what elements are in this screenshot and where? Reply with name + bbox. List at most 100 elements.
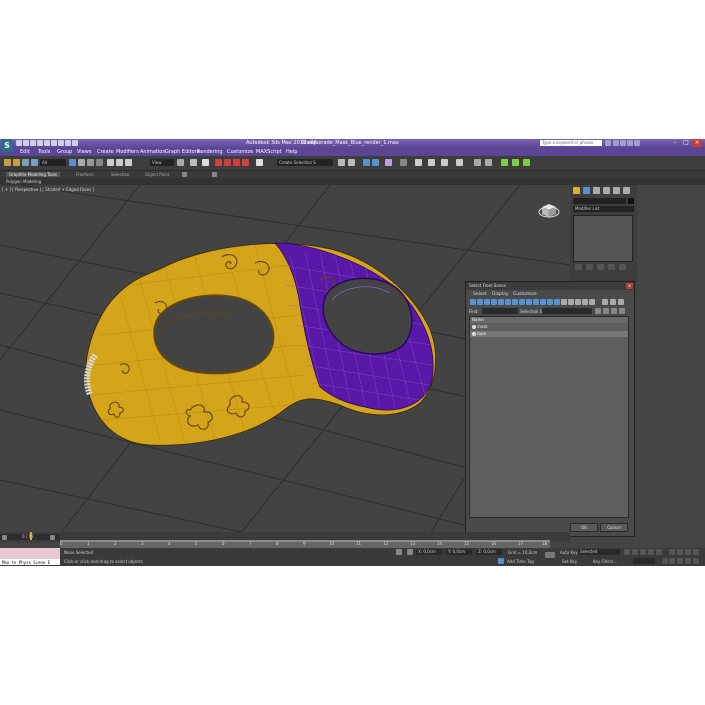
configure-sets-icon[interactable] bbox=[619, 264, 626, 270]
menu-views[interactable]: Views bbox=[77, 149, 91, 155]
selection-set-dropdown[interactable] bbox=[542, 308, 592, 314]
app-logo-icon[interactable]: S bbox=[1, 139, 13, 152]
unlink-icon[interactable] bbox=[31, 159, 38, 166]
search-input[interactable]: Type a keyword or phrase bbox=[540, 140, 602, 146]
modifier-list-dropdown[interactable]: Modifier List bbox=[573, 206, 634, 212]
absolute-mode-icon[interactable] bbox=[407, 549, 413, 555]
expand-all-icon[interactable] bbox=[619, 308, 625, 314]
open-file-icon[interactable] bbox=[23, 140, 29, 146]
ok-button[interactable]: OK bbox=[570, 523, 598, 532]
pin-stack-icon[interactable] bbox=[575, 264, 582, 270]
project-folder-icon[interactable] bbox=[65, 140, 71, 146]
render-setup-icon[interactable] bbox=[428, 159, 435, 166]
key-set-dropdown[interactable]: Selected bbox=[578, 549, 620, 555]
hold-icon[interactable] bbox=[51, 140, 57, 146]
make-unique-icon[interactable] bbox=[597, 264, 604, 270]
add-time-tag-label[interactable]: Add Time Tag bbox=[507, 559, 534, 564]
select-manipulate-icon[interactable] bbox=[190, 159, 197, 166]
zoom-icon[interactable] bbox=[669, 549, 675, 555]
list-item[interactable]: rope bbox=[470, 331, 628, 337]
y-coordinate-field[interactable]: Y: 0,0cm bbox=[446, 549, 472, 555]
undo-icon[interactable] bbox=[4, 159, 11, 166]
menu-edit[interactable]: Edit bbox=[20, 149, 30, 155]
go-to-start-icon[interactable] bbox=[624, 549, 630, 555]
display-tab-icon[interactable] bbox=[613, 187, 620, 194]
sync-selection-icon[interactable] bbox=[602, 299, 608, 305]
filter-containers-icon[interactable] bbox=[533, 299, 539, 305]
tab-freeform[interactable]: Freeform bbox=[76, 172, 94, 177]
rendered-frame-icon[interactable] bbox=[441, 159, 448, 166]
hierarchy-tab-icon[interactable] bbox=[593, 187, 600, 194]
environment-icon[interactable] bbox=[474, 159, 481, 166]
display-influences-icon[interactable] bbox=[582, 299, 588, 305]
pivot-center-icon[interactable] bbox=[177, 159, 184, 166]
select-none-icon[interactable] bbox=[603, 308, 609, 314]
track-bar[interactable]: 0 1 2 3 4 5 6 7 8 9 10 11 12 13 14 15 16… bbox=[30, 532, 550, 548]
viewcube-icon[interactable] bbox=[538, 201, 560, 219]
slider-prev-icon[interactable] bbox=[2, 535, 7, 540]
curve-editor-icon[interactable] bbox=[385, 159, 392, 166]
scene-object-list[interactable]: Name mask rope bbox=[469, 316, 629, 518]
filter-spacewarps-icon[interactable] bbox=[505, 299, 511, 305]
field-of-view-icon[interactable] bbox=[669, 558, 675, 564]
render-production-icon[interactable] bbox=[456, 159, 463, 166]
snaps-toggle-icon[interactable] bbox=[215, 159, 222, 166]
subscription-icon[interactable] bbox=[613, 140, 619, 146]
object-name-field[interactable] bbox=[573, 198, 626, 204]
display-dependents-icon[interactable] bbox=[589, 299, 595, 305]
ribbon-minimize-icon[interactable] bbox=[212, 172, 217, 177]
filter-xrefs-icon[interactable] bbox=[519, 299, 525, 305]
select-object-icon[interactable] bbox=[69, 159, 76, 166]
polygon-modeling-panel[interactable]: Polygon Modeling bbox=[6, 179, 41, 184]
tab-object-paint[interactable]: Object Paint bbox=[145, 172, 169, 177]
orbit-icon[interactable] bbox=[685, 558, 691, 564]
filter-frozen-icon[interactable] bbox=[540, 299, 546, 305]
dialog-menu-customize[interactable]: Customize bbox=[513, 292, 537, 297]
go-to-end-icon[interactable] bbox=[656, 549, 662, 555]
move-icon[interactable] bbox=[107, 159, 114, 166]
select-by-name-icon[interactable] bbox=[78, 159, 85, 166]
reference-coord-dropdown[interactable]: View bbox=[150, 159, 174, 166]
dialog-menu-select[interactable]: Select bbox=[473, 292, 487, 297]
effects-icon[interactable] bbox=[485, 159, 492, 166]
filter-bones-icon[interactable] bbox=[526, 299, 532, 305]
close-icon[interactable]: × bbox=[692, 139, 702, 147]
mirror-icon[interactable] bbox=[338, 159, 345, 166]
remove-modifier-icon[interactable] bbox=[608, 264, 615, 270]
modify-tab-icon[interactable] bbox=[583, 187, 590, 194]
filter-geometry-icon[interactable] bbox=[470, 299, 476, 305]
rotate-icon[interactable] bbox=[116, 159, 123, 166]
set-key-button[interactable]: Set Key bbox=[562, 559, 577, 564]
create-tab-icon[interactable] bbox=[573, 187, 580, 194]
edit-named-selection-icon[interactable] bbox=[256, 159, 263, 166]
quick-access-dropdown-icon[interactable] bbox=[72, 140, 78, 146]
communication-icon[interactable] bbox=[620, 140, 626, 146]
filter-helpers-icon[interactable] bbox=[498, 299, 504, 305]
angle-snap-icon[interactable] bbox=[224, 159, 231, 166]
physx-edit-icon[interactable] bbox=[512, 159, 519, 166]
scale-icon[interactable] bbox=[125, 159, 132, 166]
filter-lights-icon[interactable] bbox=[484, 299, 490, 305]
menu-tools[interactable]: Tools bbox=[38, 149, 50, 155]
filter-none-icon[interactable] bbox=[561, 299, 567, 305]
utilities-tab-icon[interactable] bbox=[623, 187, 630, 194]
previous-frame-icon[interactable] bbox=[632, 549, 638, 555]
redo-icon[interactable] bbox=[13, 159, 20, 166]
selection-filter-dropdown[interactable]: All bbox=[40, 159, 66, 166]
favorites-icon[interactable] bbox=[627, 140, 633, 146]
zoom-extents-all-icon[interactable] bbox=[693, 549, 699, 555]
dialog-close-icon[interactable]: × bbox=[626, 283, 633, 289]
cancel-button[interactable]: Cancel bbox=[600, 523, 628, 532]
filter-all-icon[interactable] bbox=[554, 299, 560, 305]
spinner-snap-icon[interactable] bbox=[242, 159, 249, 166]
maxscript-listener-output[interactable] bbox=[0, 548, 60, 557]
filter-hidden-icon[interactable] bbox=[547, 299, 553, 305]
dialog-menu-display[interactable]: Display bbox=[492, 292, 509, 297]
play-icon[interactable] bbox=[640, 549, 646, 555]
graphite-toggle-icon[interactable] bbox=[372, 159, 379, 166]
select-all-icon[interactable] bbox=[595, 308, 601, 314]
physx-reset-icon[interactable] bbox=[523, 159, 530, 166]
maximize-icon[interactable]: □ bbox=[681, 139, 691, 147]
z-coordinate-field[interactable]: Z: 0,0cm bbox=[476, 549, 502, 555]
lock-selection-icon[interactable] bbox=[396, 549, 402, 555]
